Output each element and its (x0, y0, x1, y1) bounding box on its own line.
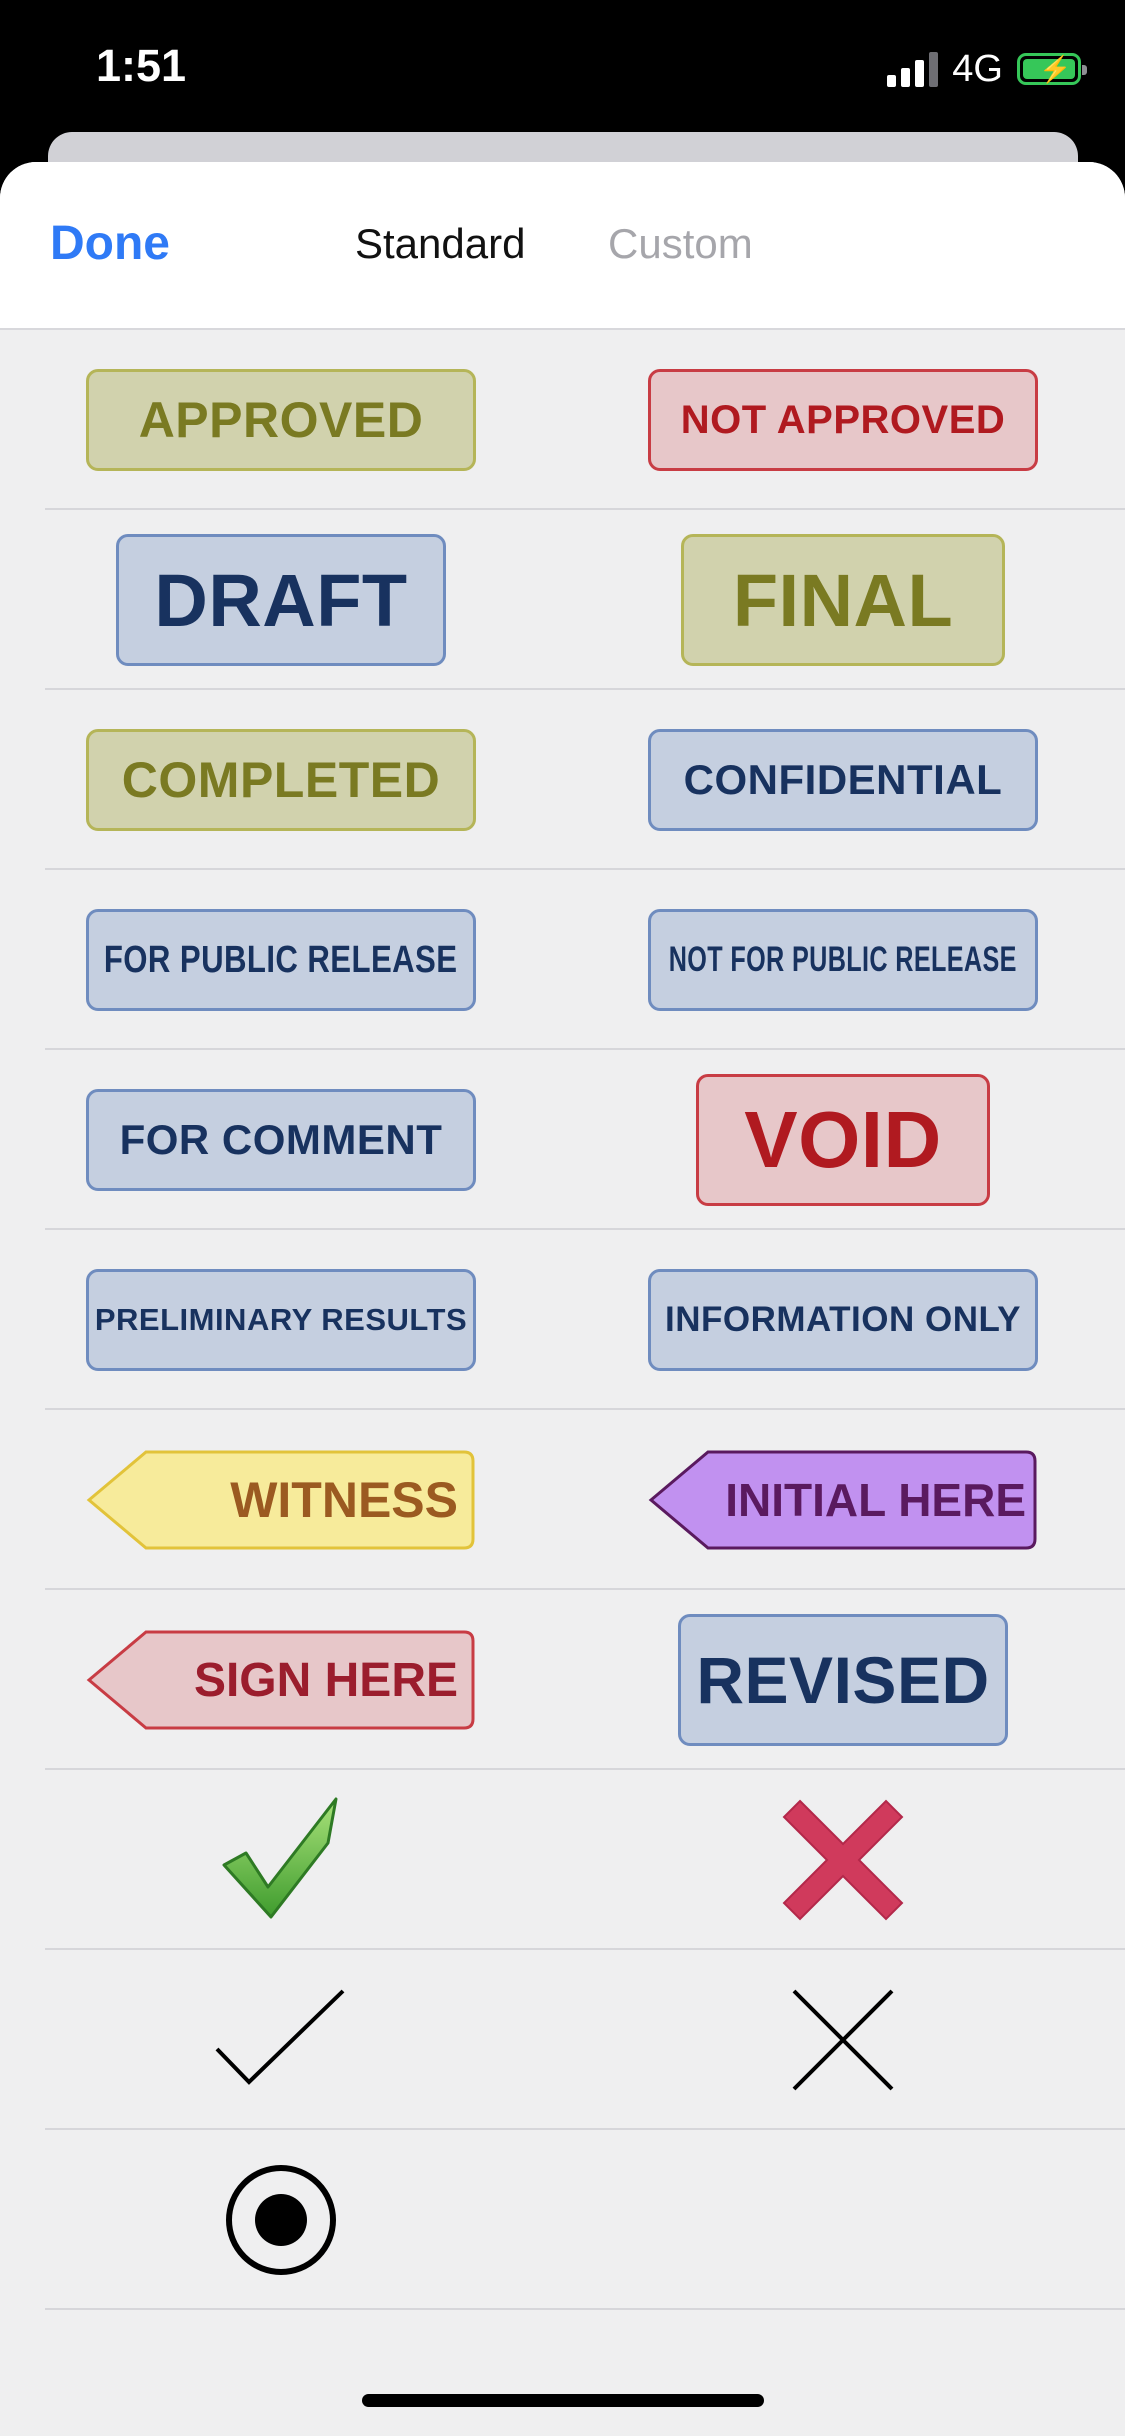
stamp-not-for-public-release[interactable]: NOT FOR PUBLIC RELEASE (648, 909, 1038, 1011)
stamp-for-comment[interactable]: FOR COMMENT (86, 1089, 476, 1191)
stamp-label: NOT FOR PUBLIC RELEASE (668, 940, 1018, 979)
stamp-final[interactable]: FINAL (681, 534, 1005, 666)
stamp-label: INITIAL HERE (725, 1474, 1026, 1526)
stamp-initial-here[interactable]: INITIAL HERE (648, 1449, 1038, 1551)
stamp-row (0, 2130, 1125, 2310)
status-bar: 1:51 4G ⚡ (0, 0, 1125, 150)
done-button[interactable]: Done (50, 216, 170, 271)
stamp-draft[interactable]: DRAFT (116, 534, 446, 666)
stamp-for-public-release[interactable]: FOR PUBLIC RELEASE (86, 909, 476, 1011)
network-type: 4G (952, 47, 1003, 90)
stamp-row (0, 1770, 1125, 1950)
stamp-not-approved[interactable]: NOT APPROVED (648, 369, 1038, 471)
stamp-revised[interactable]: REVISED (678, 1614, 1008, 1746)
stamp-approved[interactable]: APPROVED (86, 369, 476, 471)
stamp-information-only[interactable]: INFORMATION ONLY (648, 1269, 1038, 1371)
stamp-row: DRAFT FINAL (0, 510, 1125, 690)
battery-charging-icon: ⚡ (1017, 53, 1087, 85)
tab-standard[interactable]: Standard (355, 220, 525, 268)
signal-strength-icon (887, 51, 939, 87)
stamp-row: FOR PUBLIC RELEASE NOT FOR PUBLIC RELEAS… (0, 870, 1125, 1050)
stamp-row: PRELIMINARY RESULTS INFORMATION ONLY (0, 1230, 1125, 1410)
nav-bar: Done Standard Custom (0, 162, 1125, 330)
stamp-sign-here[interactable]: SIGN HERE (86, 1629, 476, 1731)
stamp-row (0, 1950, 1125, 2130)
tab-custom[interactable]: Custom (608, 220, 753, 268)
stamp-picker-sheet: Done Standard Custom APPROVED NOT APPROV… (0, 162, 1125, 2436)
stamp-preliminary-results[interactable]: PRELIMINARY RESULTS (86, 1269, 476, 1371)
stamp-row: SIGN HERE REVISED (0, 1590, 1125, 1770)
home-indicator[interactable] (362, 2394, 764, 2407)
stamp-row: FOR COMMENT VOID (0, 1050, 1125, 1230)
stamp-completed[interactable]: COMPLETED (86, 729, 476, 831)
stamp-row: WITNESS INITIAL HERE (0, 1410, 1125, 1590)
stamp-void[interactable]: VOID (696, 1074, 990, 1206)
stamp-grid: APPROVED NOT APPROVED DRAFT FINAL COMPLE… (0, 330, 1125, 2310)
black-checkmark-icon[interactable] (211, 1970, 351, 2110)
status-indicators: 4G ⚡ (887, 46, 1087, 92)
stamp-witness[interactable]: WITNESS (86, 1449, 476, 1551)
stamp-label: WITNESS (230, 1472, 458, 1528)
green-checkmark-icon[interactable] (211, 1790, 351, 1930)
red-x-icon[interactable] (773, 1790, 913, 1930)
stamp-label: SIGN HERE (193, 1653, 458, 1707)
stamp-confidential[interactable]: CONFIDENTIAL (648, 729, 1038, 831)
black-x-icon[interactable] (773, 1970, 913, 2110)
stamp-row: APPROVED NOT APPROVED (0, 330, 1125, 510)
stamp-row: COMPLETED CONFIDENTIAL (0, 690, 1125, 870)
stamp-label: FOR PUBLIC RELEASE (104, 938, 458, 981)
status-time: 1:51 (96, 40, 187, 91)
circle-dot-icon[interactable] (211, 2150, 351, 2290)
